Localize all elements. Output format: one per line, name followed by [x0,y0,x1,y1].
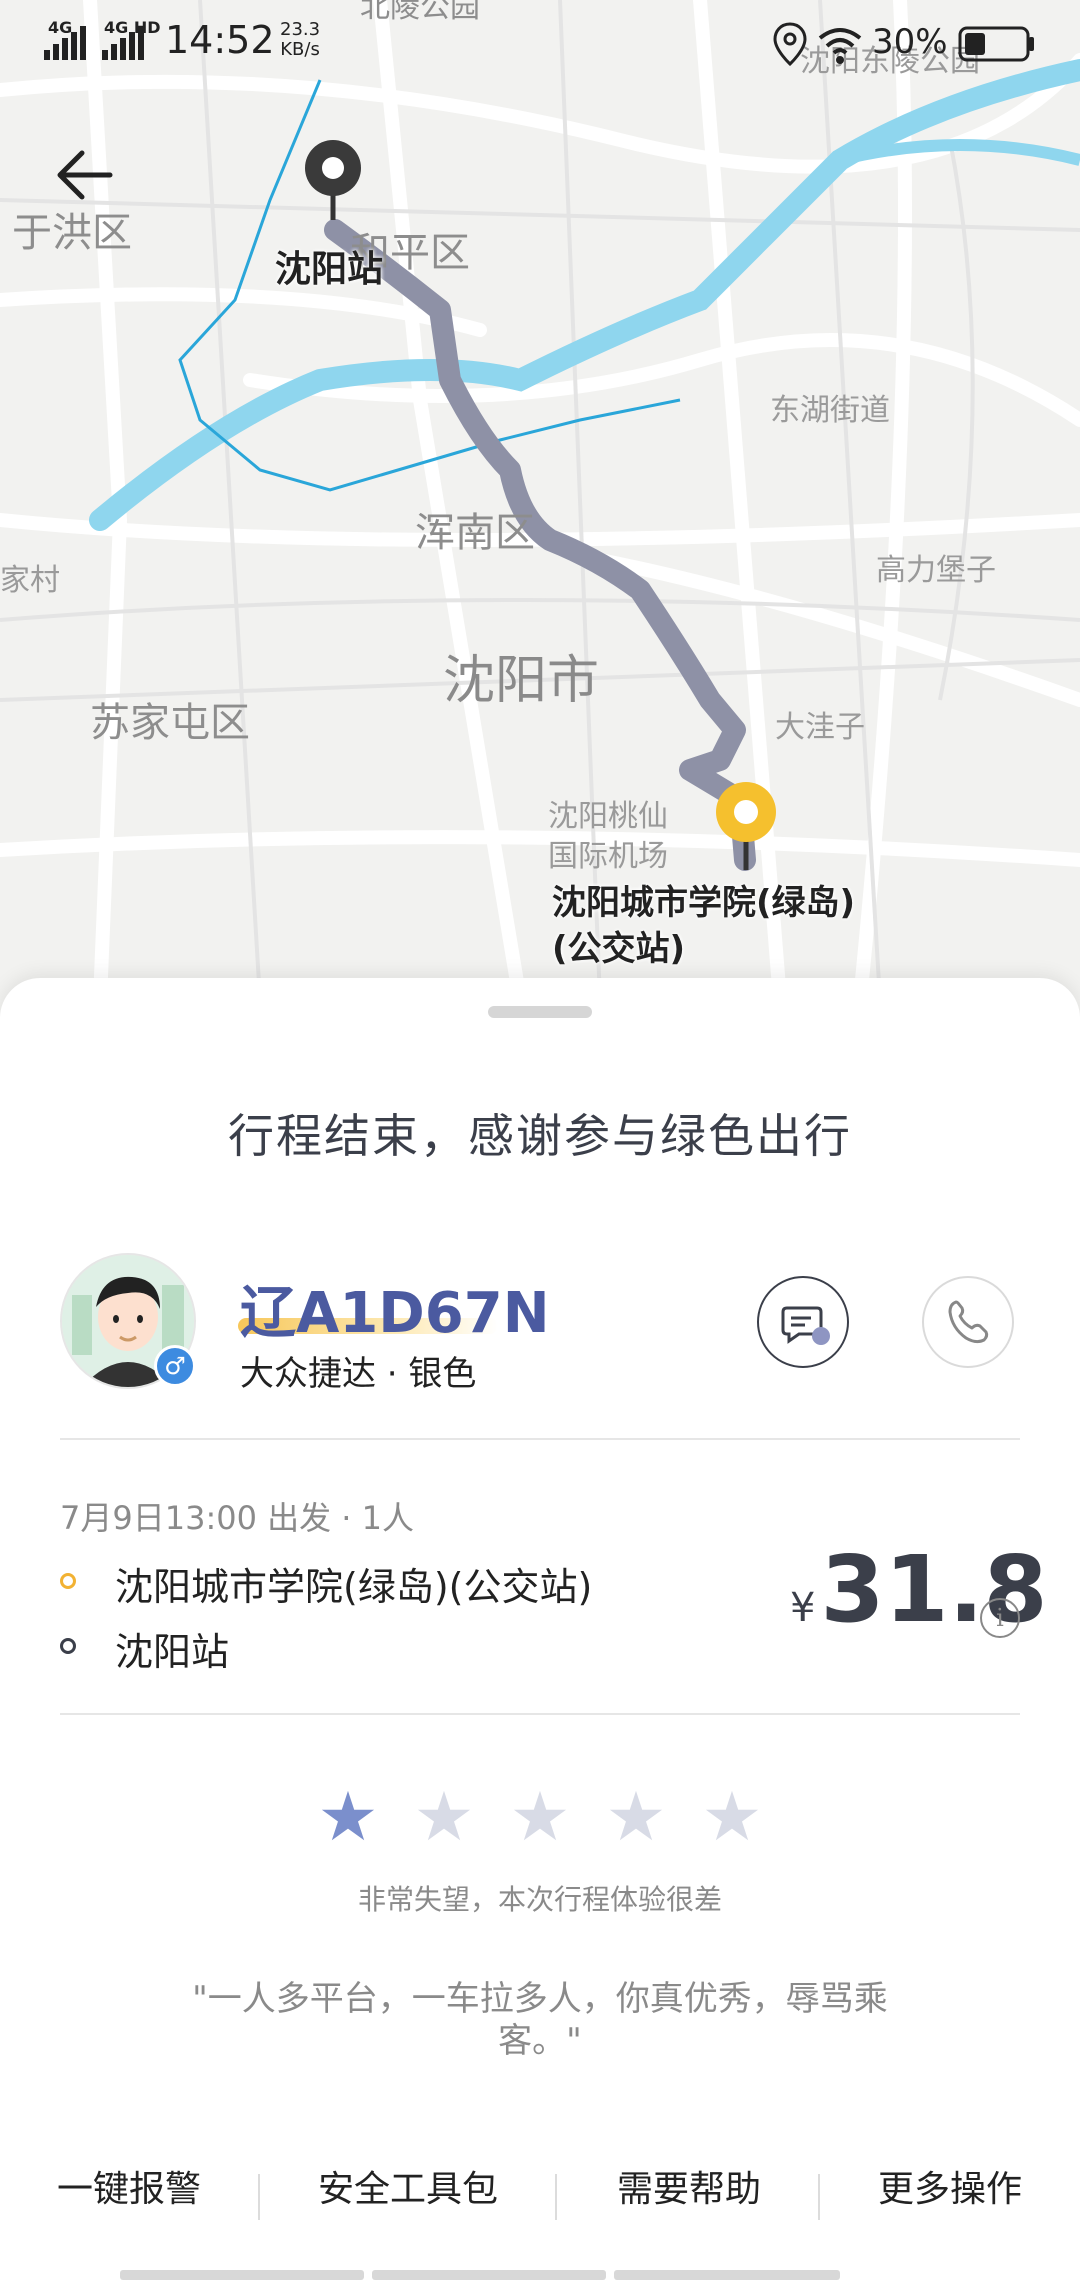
star-5-icon[interactable]: ★ [684,1778,780,1857]
arrow-left-icon [57,150,113,200]
currency-symbol: ¥ [790,1585,816,1631]
divider [60,1713,1020,1715]
trip-end-title: 行程结束，感谢参与绿色出行 [228,1109,852,1163]
rating-description: 非常失望，本次行程体验很差 [357,1883,722,1916]
info-icon[interactable]: i [980,1598,1020,1638]
phone-icon [948,1300,989,1344]
message-button[interactable] [757,1276,849,1368]
star-3-icon[interactable]: ★ [492,1778,588,1857]
star-1-icon[interactable]: ★ [300,1778,396,1857]
battery-percent: 30% [872,22,948,62]
departure-info: 7月9日13:00 出发 · 1人 [60,1499,414,1537]
star-4-icon[interactable]: ★ [588,1778,684,1857]
star-2-icon[interactable]: ★ [396,1778,492,1857]
license-plate: 辽A1D67N [240,1281,550,1346]
map-label-donghu: 东湖街道 [770,393,890,428]
map-label-sujiatun: 苏家屯区 [90,700,250,746]
star-rating[interactable]: ★ ★ ★ ★ ★ [0,1778,1080,1857]
safety-toolkit-button[interactable]: 安全工具包 [318,2160,498,2212]
separator [818,2174,820,2220]
destination-dot-icon [60,1638,76,1654]
destination-address: 沈阳站 [115,1630,230,1674]
map-canvas [0,0,1080,1000]
battery-icon [958,26,1034,62]
chat-icon [781,1306,830,1345]
trip-summary-sheet: 行程结束，感谢参与绿色出行 ♂ 辽A1D67N 大众捷达 · 银色 7月9日13… [0,978,1080,2280]
map-label-shenyang-station: 沈阳站 [275,249,384,290]
origin-dot-icon [60,1573,76,1589]
separator [555,2174,557,2220]
map-label-hunnan: 浑南区 [415,510,535,556]
location-icon [773,22,807,67]
origin-address: 沈阳城市学院(绿岛)(公交站) [115,1565,593,1609]
map-label-destination: 沈阳城市学院(绿岛) (公交站) [552,883,856,969]
review-comment: "一人多平台，一车拉多人，你真优秀，辱骂乘客。" [192,1979,888,2061]
network-type-2: 4G HD [104,18,161,37]
status-bar: 4G 4G HD 14:52 23.3 KB/s 30% [0,0,1080,90]
emergency-alarm-button[interactable]: 一键报警 [57,2160,201,2212]
gender-male-icon: ♂ [154,1345,196,1387]
clock: 14:52 [165,18,275,62]
wifi-icon [818,28,862,64]
network-type-1: 4G [48,18,73,37]
drag-handle[interactable] [488,1006,592,1018]
call-button[interactable] [922,1276,1014,1368]
bottom-action-bar: 一键报警 安全工具包 需要帮助 更多操作 [0,2160,1080,2240]
divider [60,1438,1020,1440]
separator [258,2174,260,2220]
map-label-village: 家村 [0,563,60,598]
route-map[interactable]: 北陵公园 沈阳东陵公园 于洪区 和平区 沈阳站 东湖街道 浑南区 高力堡子 家村… [0,0,1080,1000]
need-help-button[interactable]: 需要帮助 [617,2160,761,2212]
network-speed-value: 23.3 [280,19,321,40]
map-label-gaoli: 高力堡子 [876,553,996,588]
car-model-color: 大众捷达 · 银色 [240,1354,477,1394]
map-label-airport: 沈阳桃仙 国际机场 [548,799,668,874]
more-actions-button[interactable]: 更多操作 [878,2160,1022,2212]
bottom-indicator [120,2270,940,2280]
network-speed-unit: KB/s [280,39,320,60]
network-speed: 23.3 KB/s [280,20,320,60]
map-label-shenyang-city: 沈阳市 [443,651,600,711]
back-button[interactable] [48,135,128,215]
map-label-dawazi: 大洼子 [775,710,865,745]
